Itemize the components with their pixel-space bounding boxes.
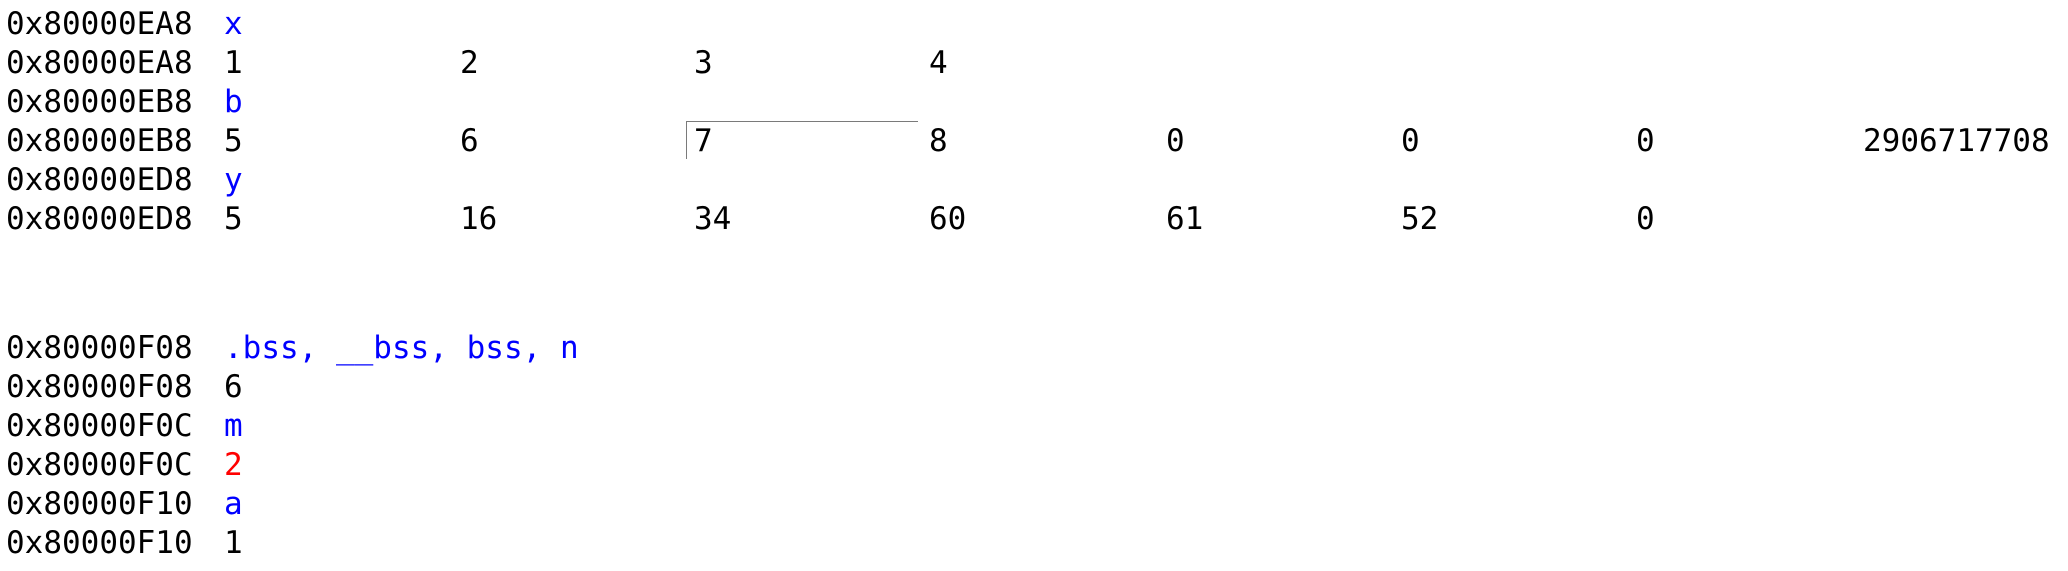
address: 0x80000F0C (6, 408, 193, 444)
memory-cell[interactable]: 4 (929, 44, 948, 82)
address: 0x80000ED8 (6, 162, 193, 198)
memory-row-label[interactable]: 0x80000EA8 x (6, 5, 2066, 43)
memory-row[interactable]: 0x80000ED8 5 16 34 60 61 52 0 (6, 200, 2066, 238)
memory-row[interactable]: 0x80000F10 1 (6, 524, 2066, 562)
memory-cell-changed[interactable]: 2 (224, 446, 243, 484)
memory-cell[interactable]: 6 (460, 122, 479, 160)
memory-cell[interactable]: 5 (224, 200, 243, 238)
memory-cell[interactable]: 8 (929, 122, 948, 160)
memory-row[interactable]: 0x80000EA8 1 2 3 4 (6, 44, 2066, 82)
memory-view[interactable]: 0x80000EA8 x 0x80000EA8 1 2 3 4 0x80000E… (0, 0, 2068, 571)
address: 0x80000EA8 (6, 45, 193, 81)
address: 0x80000F08 (6, 369, 193, 405)
symbol-label: x (224, 6, 243, 42)
memory-row[interactable]: 0x80000F08 6 (6, 368, 2066, 406)
memory-row[interactable]: 0x80000F0C 2 (6, 446, 2066, 484)
memory-cell[interactable]: 2906717708 (1863, 122, 2050, 160)
address: 0x80000EB8 (6, 84, 193, 120)
address: 0x80000EA8 (6, 6, 193, 42)
address: 0x80000F10 (6, 525, 193, 561)
memory-cell[interactable]: 0 (1636, 200, 1655, 238)
memory-row-label[interactable]: 0x80000F10 a (6, 485, 2066, 523)
memory-cell[interactable]: 6 (224, 368, 243, 406)
address: 0x80000EB8 (6, 123, 193, 159)
memory-cell[interactable]: 61 (1166, 200, 1203, 238)
memory-cell[interactable]: 0 (1401, 122, 1420, 160)
memory-row-label[interactable]: 0x80000EB8 b (6, 83, 2066, 121)
cell-cursor-box (686, 121, 918, 159)
memory-cell[interactable]: 3 (694, 44, 713, 82)
address: 0x80000F08 (6, 330, 193, 366)
memory-cell[interactable]: 16 (460, 200, 497, 238)
memory-cell[interactable]: 5 (224, 122, 243, 160)
memory-cell[interactable]: 60 (929, 200, 966, 238)
address: 0x80000F0C (6, 447, 193, 483)
address: 0x80000ED8 (6, 201, 193, 237)
memory-row-label[interactable]: 0x80000F08 .bss, __bss, bss, n (6, 329, 2066, 367)
memory-row-label[interactable]: 0x80000F0C m (6, 407, 2066, 445)
memory-cell[interactable]: 1 (224, 44, 243, 82)
symbol-label: a (224, 486, 243, 522)
memory-cell[interactable]: 0 (1166, 122, 1185, 160)
memory-row[interactable]: 0x80000EB8 5 6 7 8 0 0 0 2906717708 (6, 122, 2066, 160)
address: 0x80000F10 (6, 486, 193, 522)
memory-row-label[interactable]: 0x80000ED8 y (6, 161, 2066, 199)
symbol-label: .bss, __bss, bss, n (224, 330, 579, 366)
memory-cell[interactable]: 1 (224, 524, 243, 562)
symbol-label: b (224, 84, 243, 120)
memory-cell[interactable]: 52 (1401, 200, 1438, 238)
memory-cell[interactable]: 34 (694, 200, 731, 238)
memory-cell[interactable]: 0 (1636, 122, 1655, 160)
memory-cell[interactable]: 2 (460, 44, 479, 82)
symbol-label: y (224, 162, 243, 198)
symbol-label: m (224, 408, 243, 444)
